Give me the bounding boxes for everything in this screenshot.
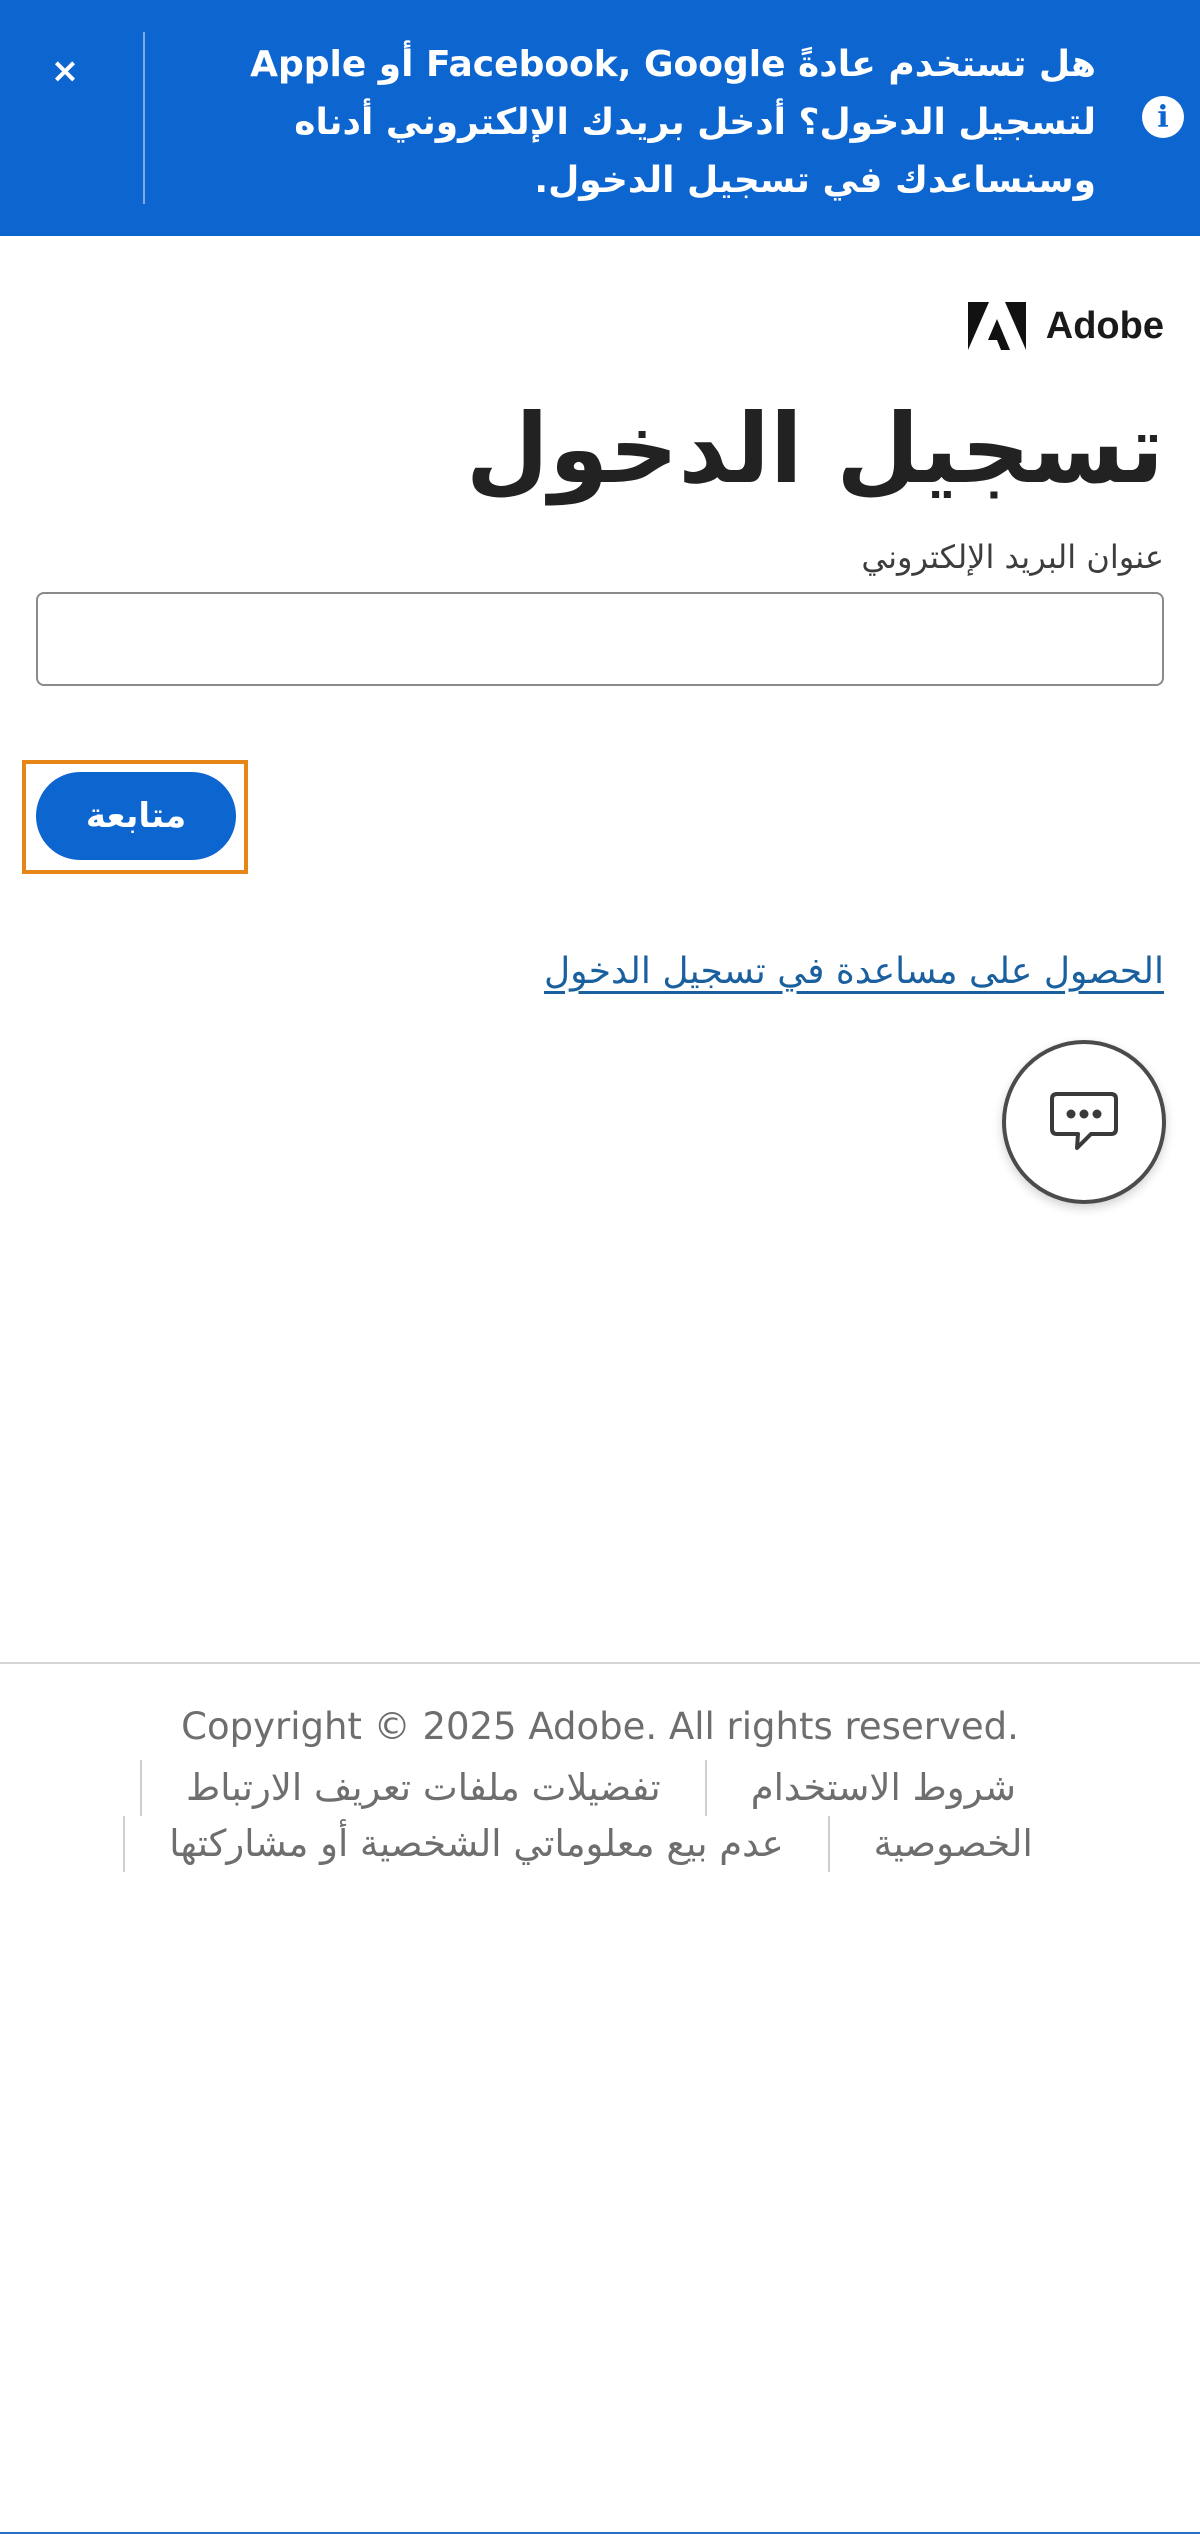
chat-bubble-icon bbox=[1050, 1092, 1118, 1150]
banner-divider bbox=[143, 32, 145, 204]
continue-button[interactable]: متابعة bbox=[36, 772, 236, 860]
footer-links-row: الخصوصية عدم بيع معلوماتي الشخصية أو مشا… bbox=[0, 1816, 1200, 1872]
info-icon: i bbox=[1142, 96, 1184, 138]
footer-separator bbox=[123, 1816, 126, 1872]
signin-help-link[interactable]: الحصول على مساعدة في تسجيل الدخول bbox=[544, 944, 1164, 1000]
adobe-logo-icon bbox=[967, 302, 1026, 350]
footer-divider bbox=[0, 1662, 1200, 1664]
privacy-link[interactable]: الخصوصية bbox=[830, 1817, 1077, 1871]
footer-separator bbox=[704, 1760, 707, 1816]
chat-button[interactable] bbox=[1002, 1040, 1166, 1204]
footer-links-row: شروط الاستخدام تفضيلات ملفات تعريف الارت… bbox=[0, 1760, 1200, 1816]
adobe-brand: Adobe bbox=[967, 302, 1164, 350]
cookie-preferences-link[interactable]: تفضيلات ملفات تعريف الارتباط bbox=[142, 1761, 705, 1815]
social-login-banner: i هل تستخدم عادةً Facebook, Google أو Ap… bbox=[0, 0, 1200, 236]
footer-separator bbox=[827, 1816, 830, 1872]
copyright-text: Copyright © 2025 Adobe. All rights reser… bbox=[181, 1705, 1019, 1748]
signin-page: i هل تستخدم عادةً Facebook, Google أو Ap… bbox=[0, 0, 1200, 2534]
email-field[interactable] bbox=[36, 592, 1164, 686]
footer-separator bbox=[139, 1760, 142, 1816]
email-label: عنوان البريد الإلكتروني bbox=[861, 538, 1164, 576]
close-icon[interactable]: × bbox=[48, 51, 82, 91]
page-title: تسجيل الدخول bbox=[465, 393, 1164, 505]
banner-message: هل تستخدم عادةً Facebook, Google أو Appl… bbox=[250, 44, 1096, 201]
do-not-sell-link[interactable]: عدم بيع معلوماتي الشخصية أو مشاركتها bbox=[125, 1817, 827, 1871]
terms-of-use-link[interactable]: شروط الاستخدام bbox=[707, 1761, 1060, 1815]
brand-name: Adobe bbox=[1045, 304, 1164, 347]
